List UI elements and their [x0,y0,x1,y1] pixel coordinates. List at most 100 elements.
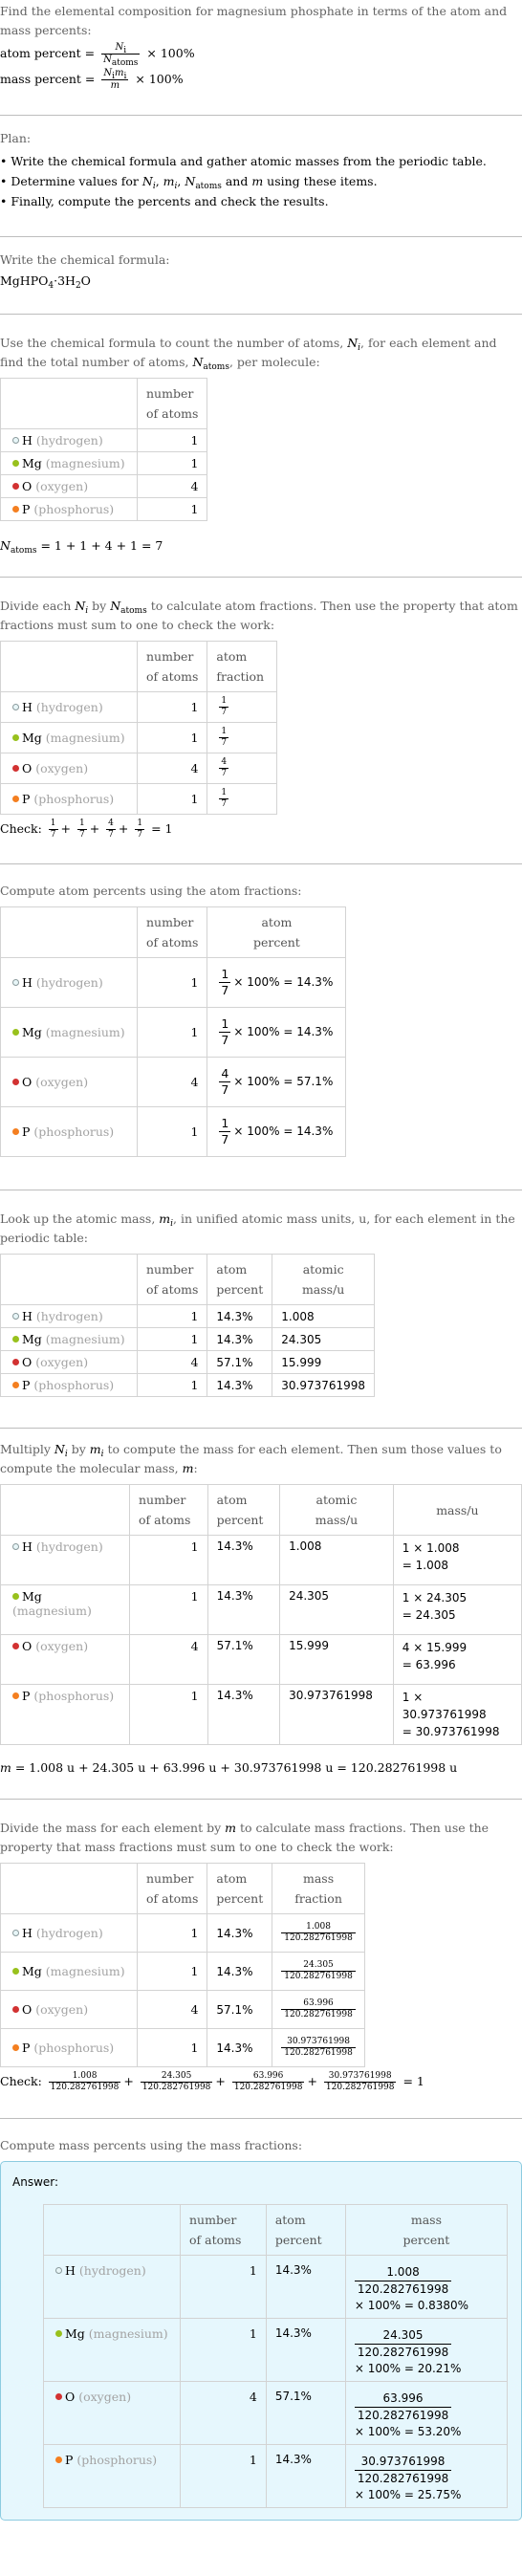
element-cell: O (oxygen) [0,753,138,784]
element-cell: Mg (magnesium) [0,1327,138,1351]
element-color-dot-icon [12,704,19,710]
table-row: P (phosphorus) 1 14.3% 30.973761998 120.2827… [43,2444,509,2508]
element-color-dot-icon [12,460,19,467]
element-cell: P (phosphorus) [0,1684,130,1745]
mass-calc-line-2: = 30.973761998 [402,1725,500,1738]
table-row: Mg (magnesium) 1 14.3% 24.305 [0,1327,376,1351]
mass-calc-line-2: = 24.305 [402,1608,456,1622]
lookup-instruction: Look up the atomic mass, mi, in unified … [0,1212,515,1245]
element-symbol: P [22,502,31,516]
count-table: number of atoms H (hydrogen) 1 Mg (magnesiu… [0,378,208,521]
atom-count: 1 [129,1684,208,1745]
n-symbol: N [115,42,124,53]
element-color-dot-icon [12,1079,19,1085]
header-atom-percent: atom percent [207,1254,273,1305]
header-mass-percent: mass percent [344,2204,509,2256]
header-atomic-mass: atomic mass/u [272,1254,376,1305]
element-cell: Mg (magnesium) [0,722,138,753]
element-color-dot-icon [12,1930,19,1936]
plan-item-3: • Finally, compute the percents and chec… [0,194,329,208]
fraction: 17 [219,696,229,718]
atom-percent: 14.3% [265,2318,346,2382]
atom-percent: 14.3% [207,1913,273,1953]
element-cell: Mg (magnesium) [0,1007,138,1058]
table-header-row: number of atoms atom percent atomic mass/u [0,1254,376,1305]
element-name: (hydrogen) [35,1309,103,1323]
atomic-mass: 24.305 [272,1327,376,1351]
table-row: P (phosphorus) 1 14.3% 30.973761998 [0,1373,376,1397]
table-row: H (hydrogen) 1 14.3% 1.008 [0,1304,376,1328]
mass-instruction: Multiply Ni by mi to compute the mass fo… [0,1442,502,1475]
table-row: Mg (magnesium) 1 14.3% 24.305 120.282761998 ×… [43,2318,509,2382]
fraction-numerator: 1 [221,788,228,797]
element-name: (oxygen) [35,479,89,493]
formula-part: O [80,273,91,288]
atom-percent: 14.3% [207,1304,273,1328]
table-row: H (hydrogen) 1 14.3% 1.008 1 × 1.008 = 1.008 [0,1535,522,1585]
element-color-dot-icon [12,796,19,802]
element-symbol: Mg [22,1025,42,1039]
atom-count: 1 [136,497,208,521]
mass-percent-label: mass percent = [0,72,96,86]
fraction: 17 [219,967,231,998]
atom-percent: 57.1% [265,2381,346,2445]
element-cell: O (oxygen) [0,1057,138,1107]
mass-percent-formula: mass percent = Nimi m × 100% [0,68,522,92]
atom-percent: 14.3% [207,1327,273,1351]
element-symbol: H [65,2263,76,2278]
element-symbol: O [22,1075,33,1089]
element-color-dot-icon [12,1359,19,1365]
element-name: (magnesium) [88,2326,168,2341]
element-symbol: Mg [65,2326,85,2341]
atom-percent: 14.3% [265,2444,346,2508]
table-row: H (hydrogen) 1 [0,428,208,452]
mass-percent-result: × 100% = 20.21% [354,2362,462,2375]
element-symbol: Mg [22,1332,42,1346]
mass-fraction: 24.305 120.282761998 [272,1952,365,1991]
fraction: 17 [219,1016,231,1048]
plan-section: Plan: • Write the chemical formula and g… [0,116,522,236]
atom-percent-calc: 4 7 × 100% = 57.1% [207,1057,347,1107]
atom-count: 4 [136,1990,208,2029]
element-name: (oxygen) [78,2390,132,2404]
mass-fraction: 1.008 120.282761998 [272,1913,365,1953]
element-cell: P (phosphorus) [0,1106,138,1157]
element-color-dot-icon [55,2393,62,2400]
formula-part: ·3H [54,273,76,288]
mass-fraction-section: Divide the mass for each element by m to… [0,1800,522,2118]
fraction-denominator: 120.282761998 [357,2282,449,2296]
chemical-formula: MgHPO4·3H2O [0,272,522,291]
mass-calc-line-1: 1 × 24.305 [402,1591,468,1605]
table-row: P (phosphorus) 1 14.3% 30.973761998 120.2827… [0,2028,365,2067]
atom-count: 4 [180,2381,267,2445]
count-instruction: Use the chemical formula to count the nu… [0,336,497,372]
element-color-dot-icon [55,2267,62,2274]
element-name: (phosphorus) [33,1124,115,1139]
element-name: (magnesium) [45,1332,125,1346]
atom-count: 1 [136,1304,208,1328]
atom-percent-result: × 100% = 14.3% [233,1025,334,1038]
fraction-numerator: 30.973761998 [281,2037,356,2048]
element-symbol: P [65,2453,74,2467]
mass-percent-result: × 100% = 0.8380% [354,2299,469,2312]
fraction: 47 [219,757,229,779]
element-symbol: P [22,1378,31,1392]
atom-count: 1 [136,1007,208,1058]
element-color-dot-icon [12,734,19,741]
m-symbol: m [115,68,124,78]
fraction: 47 [219,1066,231,1098]
header-number-of-atoms: number of atoms [129,1484,208,1536]
fraction-numerator: 1.008 [281,1922,356,1933]
atom-count: 4 [129,1634,208,1685]
fraction: 1.008 120.282761998 [354,2264,452,2298]
n-symbol: N [103,68,113,78]
mass-percent-calc: 24.305 120.282761998 × 100% = 20.21% [344,2318,509,2382]
mass-percent-instruction: Compute mass percents using the mass fra… [0,2138,303,2152]
table-header-row: number of atoms atom percent atomic mass/u … [0,1484,522,1536]
molecular-mass-sum: m = 1.008 u + 24.305 u + 63.996 u + 30.9… [0,1760,458,1775]
atom-count: 1 [136,1327,208,1351]
n-symbol: N [103,55,112,65]
mass-calc-line-1b: 30.973761998 [402,1708,487,1721]
answer-box: Answer: number of atoms atom percent mass p… [0,2161,522,2521]
atom-percent-section: Compute atom percents using the atom fra… [0,864,522,1190]
